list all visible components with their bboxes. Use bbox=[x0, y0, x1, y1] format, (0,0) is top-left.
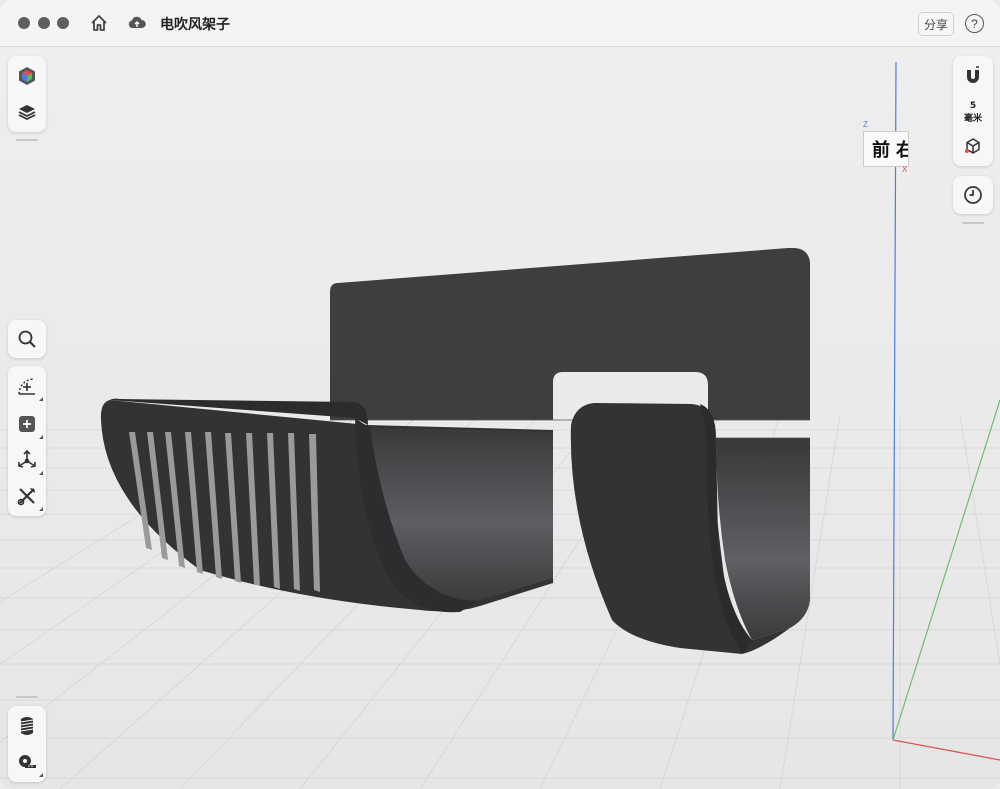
view-cube[interactable]: 前 右 bbox=[863, 131, 909, 167]
viewport-canvas[interactable] bbox=[0, 48, 1000, 789]
transform-icon[interactable] bbox=[8, 442, 46, 478]
title-bar: 电吹风架子 分享 ? bbox=[0, 0, 1000, 47]
right-snap-panel: 5 毫米 bbox=[953, 56, 993, 166]
history-clock-icon[interactable] bbox=[954, 177, 992, 213]
snap-unit: 毫米 bbox=[963, 114, 982, 124]
modify-tools-icon[interactable] bbox=[8, 478, 46, 514]
snap-cube-icon[interactable] bbox=[954, 128, 992, 164]
add-primitive-icon[interactable] bbox=[8, 406, 46, 442]
zoom-window-button[interactable] bbox=[57, 17, 69, 29]
left-bottom-panel bbox=[8, 706, 46, 782]
sketch-icon[interactable] bbox=[8, 368, 46, 404]
right-history-panel bbox=[953, 176, 993, 214]
view-cube-right-face[interactable]: 右 bbox=[896, 136, 908, 162]
home-icon[interactable] bbox=[88, 12, 110, 34]
help-button[interactable]: ? bbox=[965, 14, 984, 33]
view-cube-x-label: X bbox=[902, 165, 908, 174]
search-panel bbox=[8, 320, 46, 358]
share-button[interactable]: 分享 bbox=[918, 12, 954, 36]
3d-viewport[interactable]: 前 右 Z X bbox=[0, 48, 1000, 789]
right-divider bbox=[962, 222, 984, 224]
view-cube-z-label: Z bbox=[863, 120, 868, 129]
close-window-button[interactable] bbox=[18, 17, 30, 29]
minimize-window-button[interactable] bbox=[38, 17, 50, 29]
app-window: 电吹风架子 分享 ? 前 Z X 5 毫米 bbox=[0, 0, 1000, 789]
cloud-sync-icon[interactable] bbox=[126, 12, 148, 34]
appearance-cube-icon[interactable] bbox=[8, 58, 46, 94]
document-title: 电吹风架子 bbox=[160, 17, 230, 33]
left-bottom-divider bbox=[16, 696, 38, 698]
left-top-panel bbox=[8, 56, 46, 132]
view-cube-front-face[interactable]: 前 bbox=[872, 136, 890, 162]
snap-value: 5 bbox=[969, 101, 977, 111]
print-slice-icon[interactable] bbox=[8, 708, 46, 744]
left-top-divider bbox=[16, 139, 38, 141]
search-icon[interactable] bbox=[8, 321, 46, 357]
layers-icon[interactable] bbox=[8, 94, 46, 130]
measure-icon[interactable] bbox=[8, 744, 46, 780]
modeling-tools-panel bbox=[8, 366, 46, 516]
magnet-snap-icon[interactable] bbox=[954, 58, 992, 94]
